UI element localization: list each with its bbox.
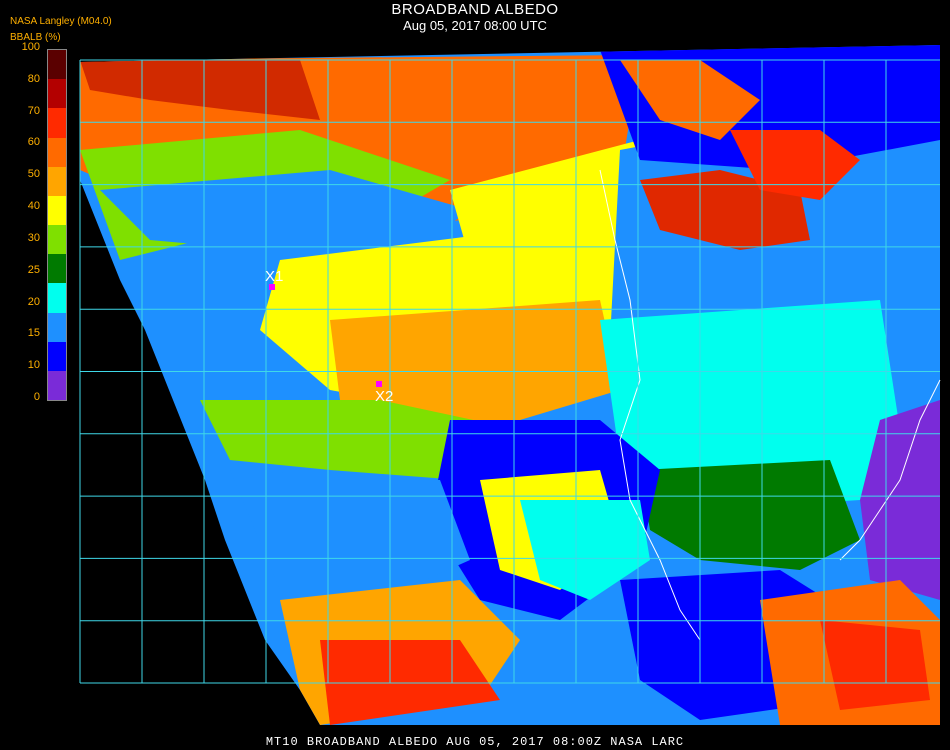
marker-x1-label: X1 bbox=[265, 268, 283, 285]
albedo-imagery bbox=[80, 45, 940, 725]
satellite-map: X1 X2 bbox=[79, 45, 941, 725]
marker-x2-label: X2 bbox=[375, 388, 393, 405]
footer-caption: MT10 BROADBAND ALBEDO AUG 05, 2017 08:00… bbox=[265, 735, 685, 749]
